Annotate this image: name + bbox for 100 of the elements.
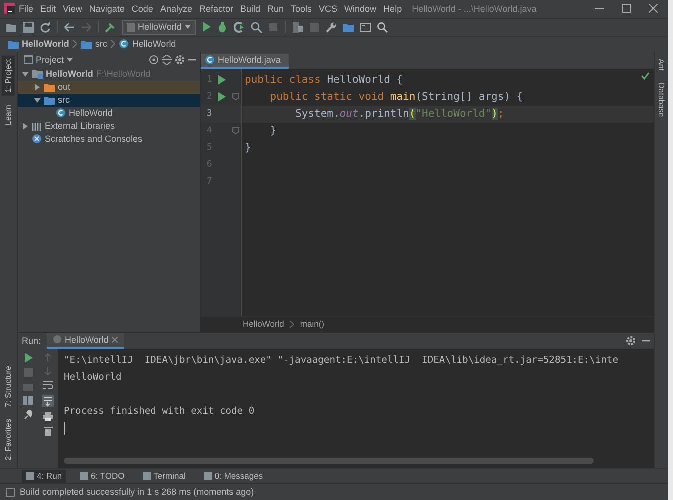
pin-icon[interactable] [24, 410, 32, 420]
folder-icon[interactable] [342, 22, 354, 33]
status-icon[interactable] [6, 488, 15, 497]
collapsed-arrow-icon[interactable] [22, 122, 29, 130]
scroll-to-end-icon[interactable] [42, 394, 54, 407]
terminal-icon[interactable] [360, 22, 371, 33]
tree-item[interactable]: Scratches and Consoles [18, 132, 200, 146]
tool-window-tab[interactable]: Database [655, 80, 668, 120]
tree-item[interactable]: out [18, 80, 200, 94]
tool-window-tab[interactable]: 0: Messages [200, 470, 268, 483]
collapse-all-icon[interactable] [162, 54, 172, 65]
module-folder-icon [32, 69, 43, 80]
tool-window-tab[interactable]: 6: TODO [76, 470, 129, 483]
maximize-icon[interactable] [622, 4, 631, 14]
tree-item[interactable]: src [18, 94, 200, 107]
menu-item[interactable]: Build [237, 4, 264, 14]
breadcrumb-item[interactable]: main() [300, 319, 325, 330]
tool-window-tab[interactable]: Learn [2, 102, 15, 128]
tool-window-tab[interactable]: Ant [655, 56, 668, 74]
hammer-icon[interactable] [105, 22, 116, 33]
libraries-icon [32, 122, 42, 131]
run-tab[interactable]: HelloWorld [47, 332, 124, 349]
menu-item[interactable]: VCS [316, 4, 341, 14]
app-icon [4, 3, 15, 14]
code-line: System.out.println("HelloWorld"); [294, 108, 504, 120]
back-arrow-icon[interactable] [64, 22, 75, 33]
run-icon[interactable] [202, 22, 211, 32]
expanded-arrow-icon[interactable] [34, 96, 41, 104]
menu-item[interactable]: Refactor [196, 4, 236, 14]
trash-icon[interactable] [44, 426, 52, 436]
chevron-icon [73, 40, 78, 48]
menu-item[interactable]: Code [128, 4, 156, 14]
project-view-dropdown[interactable]: Project [22, 54, 76, 65]
rerun-icon[interactable] [24, 352, 32, 363]
menu-item[interactable]: Tools [288, 4, 316, 14]
search-icon[interactable] [376, 22, 388, 33]
breadcrumb-item[interactable]: HelloWorld [243, 319, 284, 330]
chevron-icon [111, 40, 116, 48]
tool-window-tab[interactable]: 1: Project [2, 56, 15, 96]
tree-item[interactable]: External Libraries [18, 120, 200, 133]
line-number: 3 [206, 109, 212, 120]
menu-item[interactable]: Help [380, 4, 406, 14]
code-line: public class HelloWorld { [244, 74, 404, 86]
menu-item[interactable]: Run [264, 4, 288, 14]
folder-icon [8, 40, 19, 49]
menu-item[interactable]: File [16, 4, 37, 14]
soft-wrap-icon[interactable] [43, 380, 53, 390]
chevron-icon [290, 320, 294, 328]
fold-marker-icon[interactable] [232, 127, 240, 136]
editor-tab[interactable]: HelloWorld.java [201, 54, 289, 69]
open-folder-icon[interactable] [6, 22, 17, 33]
breadcrumb-item[interactable]: HelloWorld [8, 39, 70, 50]
tree-item[interactable]: HelloWorld [18, 106, 200, 120]
menu-item[interactable]: Window [342, 4, 380, 14]
tree-item[interactable]: HelloWorld F:\HelloWorld [18, 68, 200, 81]
class-icon [56, 108, 66, 118]
menu-item[interactable]: Analyze [157, 4, 196, 14]
status-message: Build completed successfully in 1 s 268 ms (moments ago) [20, 487, 254, 498]
window-title: HelloWorld - ...\HelloWorld.java [412, 4, 538, 14]
settings-icon[interactable] [626, 336, 636, 346]
class-icon [205, 55, 215, 66]
layout-icon[interactable] [23, 396, 33, 405]
sync-icon[interactable] [40, 22, 51, 33]
module-path: F:\HelloWorld [96, 69, 151, 80]
close-icon[interactable] [649, 4, 658, 14]
project-structure-icon[interactable] [292, 22, 303, 33]
text-cursor [64, 422, 65, 435]
fold-marker-icon[interactable] [232, 93, 240, 102]
tool-window-tab[interactable]: Terminal [138, 470, 190, 483]
breadcrumb-item[interactable]: HelloWorld [119, 39, 176, 50]
target-icon[interactable] [149, 54, 159, 65]
folder-icon [81, 40, 92, 49]
menu-item[interactable]: Navigate [86, 4, 128, 14]
code-line: } [269, 125, 277, 138]
run-gutter-icon[interactable] [217, 92, 226, 102]
save-icon[interactable] [23, 22, 34, 33]
print-icon[interactable] [43, 412, 53, 421]
close-icon[interactable] [112, 336, 118, 343]
tool-window-tab[interactable]: 4: Run [22, 470, 66, 483]
dropdown-caret-icon [67, 58, 74, 62]
code-line: } [244, 142, 252, 154]
menu-item[interactable]: Edit [38, 4, 60, 14]
tool-window-tab[interactable]: 2: Favorites [2, 416, 15, 464]
scratches-icon [32, 134, 42, 144]
run-configuration-dropdown[interactable]: HelloWorld [122, 20, 196, 35]
project-icon [24, 55, 33, 64]
expanded-arrow-icon[interactable] [22, 70, 29, 78]
console-line: "E:\intellIJ IDEA\jbr\bin\java.exe" "-javaagent:E:\intellIJ IDEA\lib\idea_rt.jar=52851:E:\inte [64, 354, 620, 368]
check-mark-icon [641, 72, 650, 80]
horizontal-scrollbar[interactable] [64, 458, 594, 464]
run-gutter-icon[interactable] [217, 75, 226, 86]
tool-window-tab[interactable]: 7: Structure [2, 362, 15, 410]
console-line: HelloWorld [64, 370, 123, 385]
coverage-icon[interactable] [234, 22, 245, 33]
collapsed-arrow-icon[interactable] [34, 84, 41, 91]
class-icon [119, 39, 130, 50]
wrench-icon[interactable] [326, 22, 337, 33]
breadcrumb-item[interactable]: src [81, 39, 108, 50]
settings-icon[interactable] [175, 54, 185, 65]
menu-item[interactable]: View [60, 4, 86, 14]
